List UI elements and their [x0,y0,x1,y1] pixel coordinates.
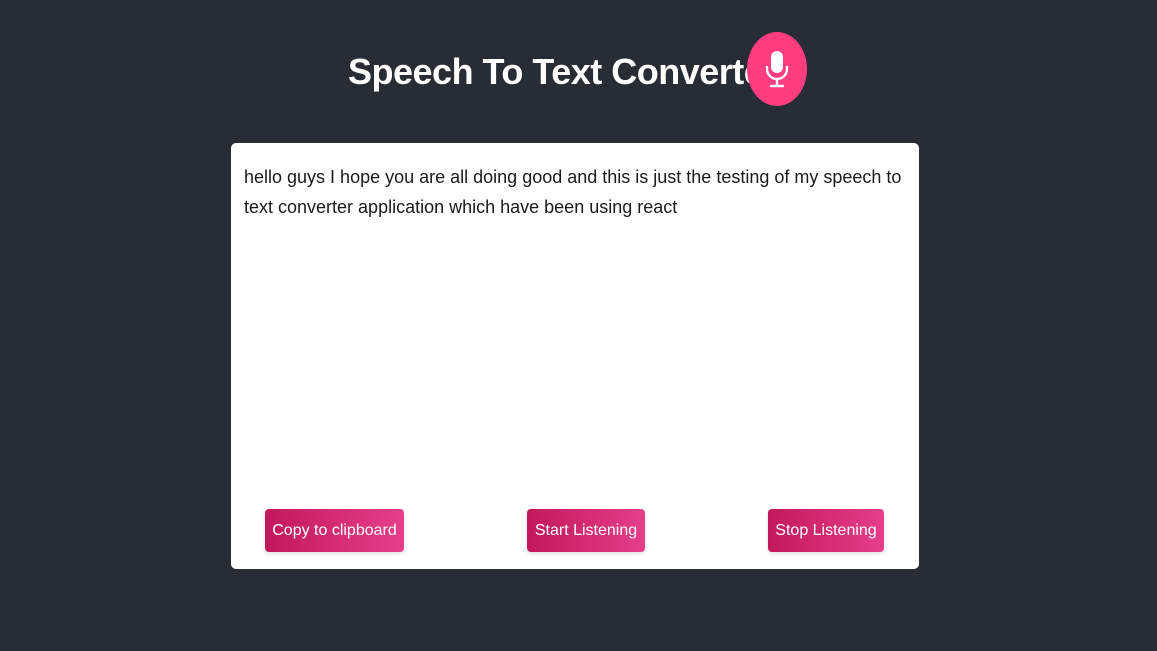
transcript-text[interactable]: hello guys I hope you are all doing good… [244,162,904,222]
copy-to-clipboard-button[interactable]: Copy to clipboard [265,509,404,552]
start-listening-button[interactable]: Start Listening [527,509,645,552]
stop-listening-button[interactable]: Stop Listening [768,509,884,552]
app-header: Speech To Text Converter [0,30,1157,110]
page-title: Speech To Text Converter [348,51,777,92]
transcript-card: hello guys I hope you are all doing good… [231,143,919,569]
microphone-icon [765,51,789,88]
microphone-badge [747,32,807,106]
